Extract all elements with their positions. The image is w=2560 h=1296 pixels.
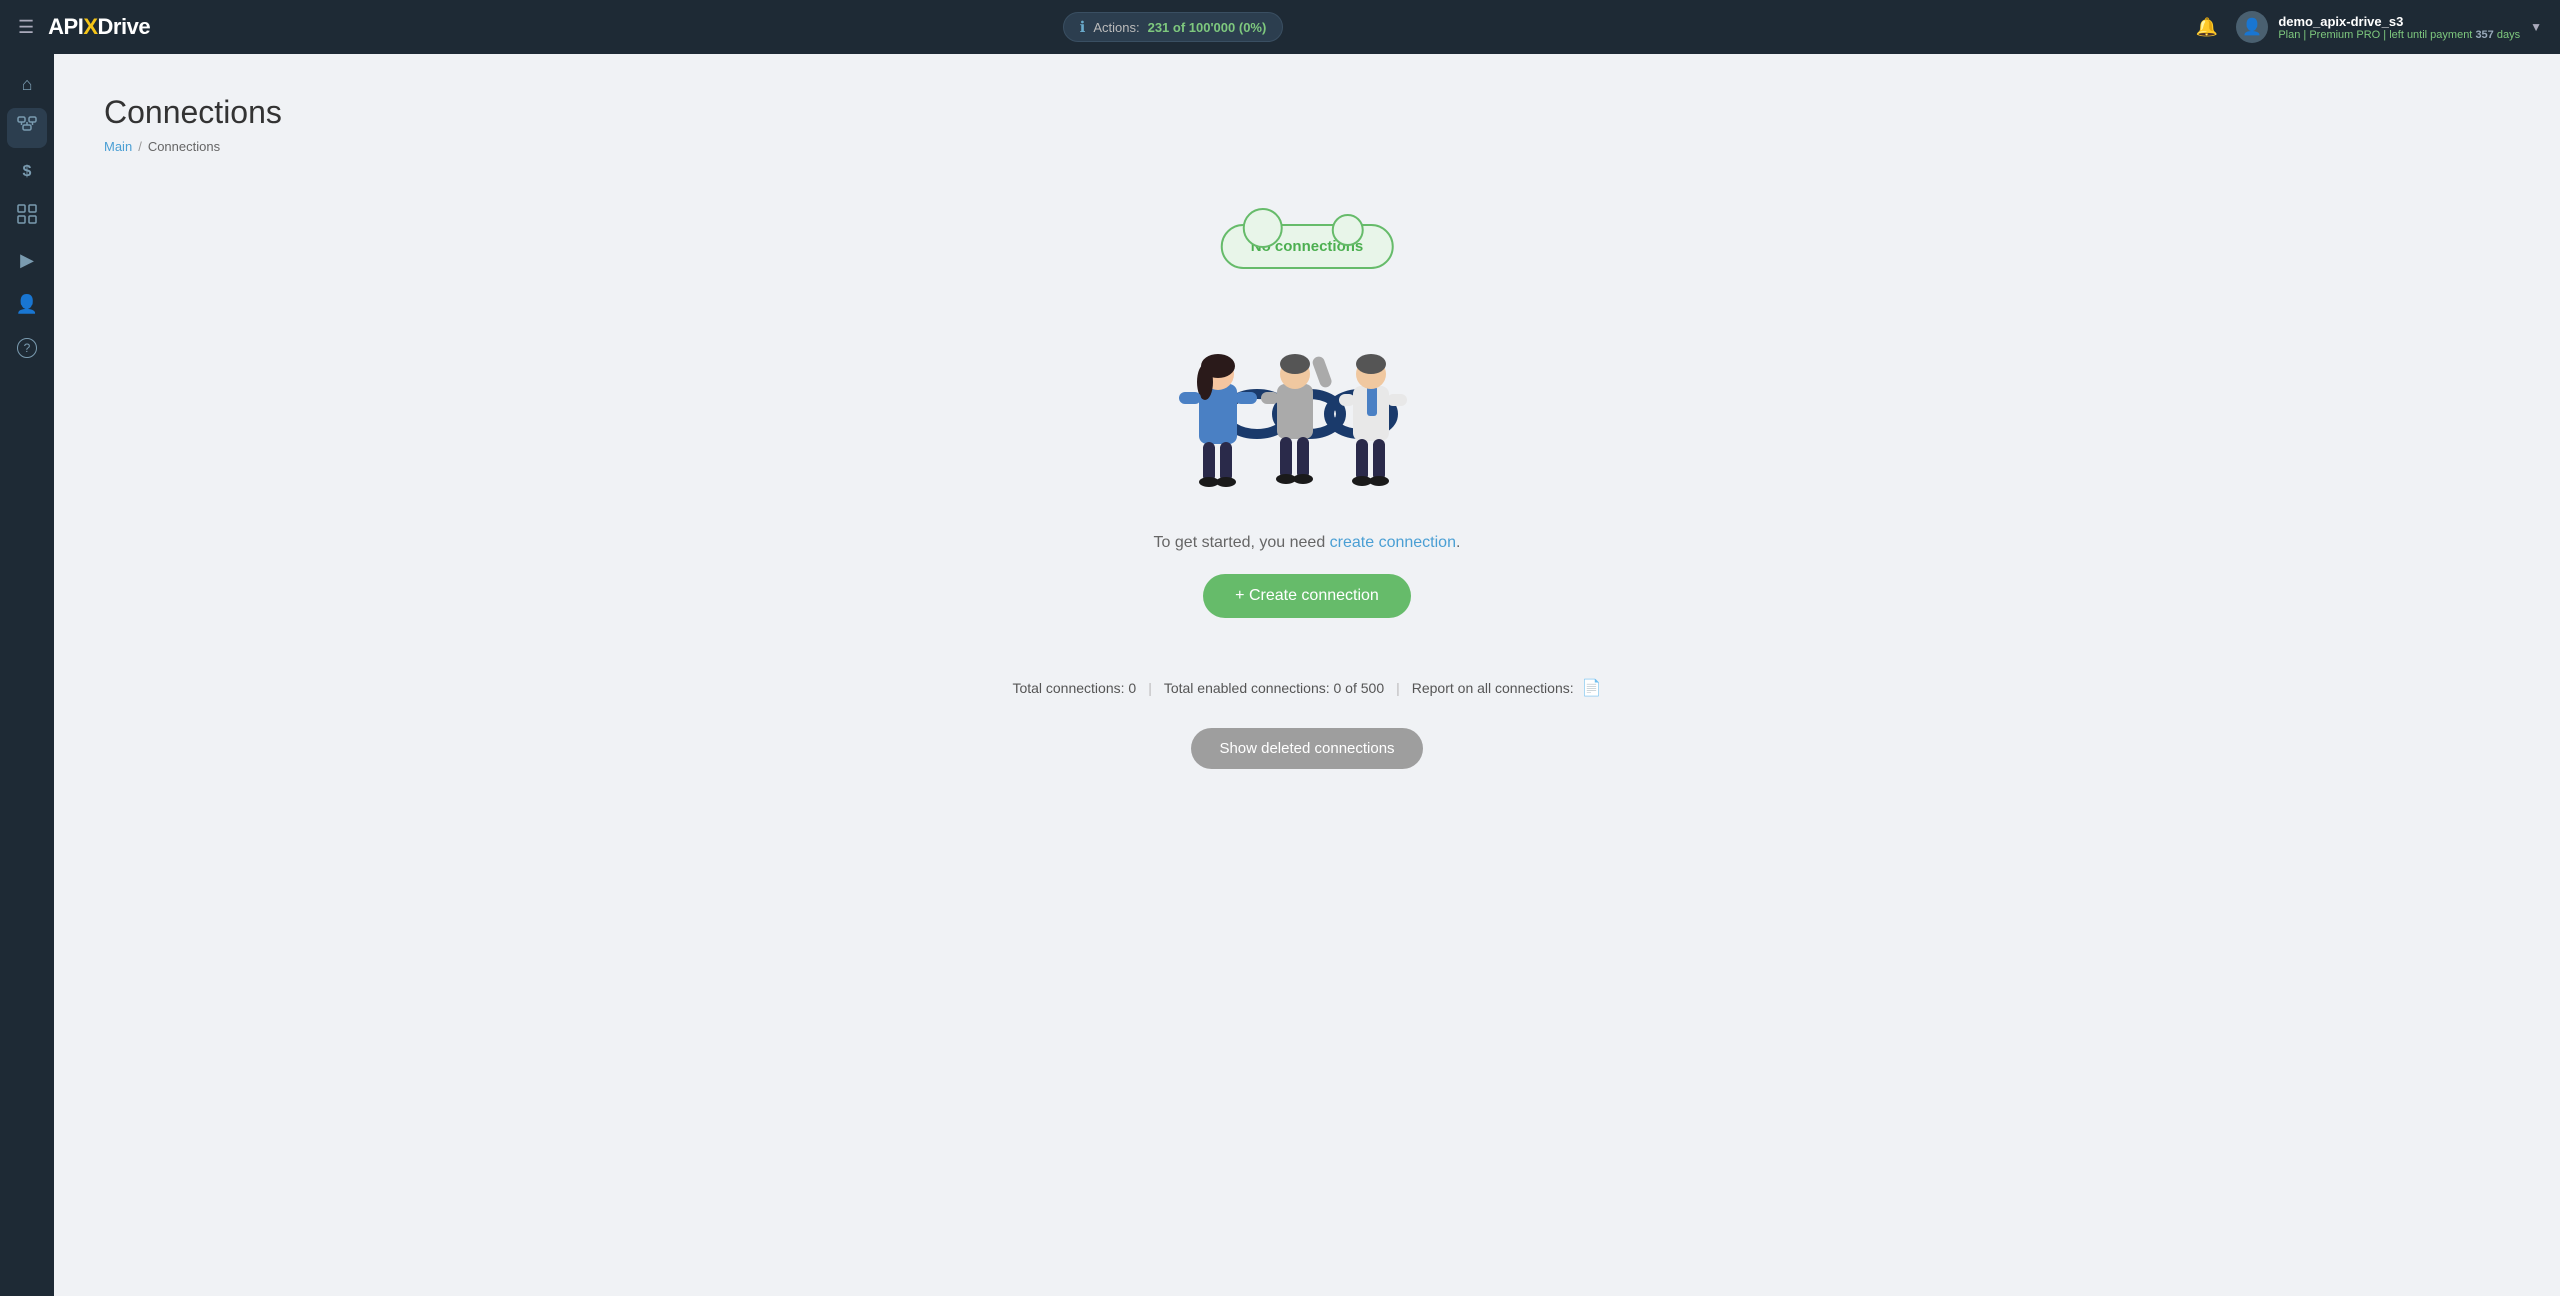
help-icon: ? xyxy=(17,338,37,358)
chevron-down-icon: ▼ xyxy=(2530,20,2542,34)
user-section[interactable]: 👤 demo_apix-drive_s3 Plan | Premium PRO … xyxy=(2236,11,2542,43)
user-info: demo_apix-drive_s3 Plan | Premium PRO | … xyxy=(2278,14,2520,41)
show-deleted-button[interactable]: Show deleted connections xyxy=(1191,728,1422,769)
user-icon: 👤 xyxy=(16,294,38,315)
topbar-center: ℹ Actions: 231 of 100'000 (0%) xyxy=(150,12,2196,42)
bell-icon[interactable]: 🔔 xyxy=(2196,17,2218,38)
sidebar: ⌂ $ xyxy=(0,54,54,1296)
dollar-icon: $ xyxy=(23,163,32,181)
breadcrumb-current: Connections xyxy=(148,139,220,154)
avatar: 👤 xyxy=(2236,11,2268,43)
cloud-container: No connections xyxy=(1221,224,1394,269)
total-connections-stat: Total connections: 0 xyxy=(1012,680,1136,696)
sidebar-item-connections[interactable] xyxy=(7,108,47,148)
play-icon: ▶ xyxy=(20,250,34,271)
topbar: ☰ APIXDrive ℹ Actions: 231 of 100'000 (0… xyxy=(0,0,2560,54)
stats-bar: Total connections: 0 | Total enabled con… xyxy=(1012,678,1601,698)
report-label: Report on all connections: xyxy=(1412,680,1574,696)
connections-icon xyxy=(17,116,37,141)
actions-badge: ℹ Actions: 231 of 100'000 (0%) xyxy=(1063,12,1284,42)
create-connection-link[interactable]: create connection xyxy=(1330,534,1456,551)
sidebar-item-account[interactable]: 👤 xyxy=(7,284,47,324)
report-icon[interactable]: 📄 xyxy=(1582,678,1602,698)
people-illustration xyxy=(1147,274,1467,504)
logo-drive: Drive xyxy=(98,14,151,40)
actions-count: 231 of 100'000 (0%) xyxy=(1148,20,1267,35)
cloud-text: No connections xyxy=(1221,224,1394,269)
logo-api: API xyxy=(48,14,83,40)
create-connection-button[interactable]: + Create connection xyxy=(1203,574,1411,618)
topbar-left: ☰ APIXDrive xyxy=(18,14,150,40)
user-name: demo_apix-drive_s3 xyxy=(2278,14,2520,29)
info-icon: ℹ xyxy=(1080,18,1086,36)
illustration: No connections xyxy=(1137,224,1477,504)
stats-divider-1: | xyxy=(1148,680,1152,696)
logo: APIXDrive xyxy=(48,14,150,40)
sidebar-item-home[interactable]: ⌂ xyxy=(7,64,47,104)
page-title: Connections xyxy=(104,94,2510,131)
topbar-right: 🔔 👤 demo_apix-drive_s3 Plan | Premium PR… xyxy=(2196,11,2542,43)
breadcrumb-separator: / xyxy=(138,139,142,154)
get-started-text: To get started, you need create connecti… xyxy=(1154,534,1461,552)
content-area: Connections Main / Connections No connec… xyxy=(54,54,2560,1296)
hamburger-icon[interactable]: ☰ xyxy=(18,17,34,38)
stats-divider-2: | xyxy=(1396,680,1400,696)
tools-icon xyxy=(17,204,37,229)
empty-state: No connections xyxy=(104,204,2510,809)
breadcrumb: Main / Connections xyxy=(104,139,2510,154)
sidebar-item-tools[interactable] xyxy=(7,196,47,236)
sidebar-item-media[interactable]: ▶ xyxy=(7,240,47,280)
enabled-connections-stat: Total enabled connections: 0 of 500 xyxy=(1164,680,1384,696)
breadcrumb-main[interactable]: Main xyxy=(104,139,132,154)
sidebar-item-billing[interactable]: $ xyxy=(7,152,47,192)
sidebar-item-help[interactable]: ? xyxy=(7,328,47,368)
home-icon: ⌂ xyxy=(22,74,33,95)
user-plan: Plan | Premium PRO | left until payment … xyxy=(2278,29,2520,41)
actions-label: Actions: xyxy=(1093,20,1139,35)
logo-x: X xyxy=(83,14,97,40)
main-layout: ⌂ $ xyxy=(0,54,2560,1296)
